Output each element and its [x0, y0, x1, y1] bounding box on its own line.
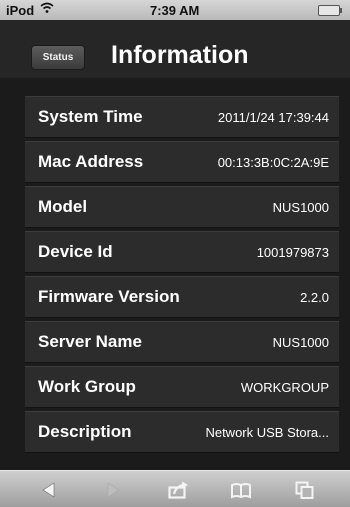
browser-toolbar — [0, 470, 350, 507]
row-value: NUS1000 — [272, 200, 329, 215]
list-item-server-name: Server Name NUS1000 — [25, 321, 339, 363]
list-item-system-time: System Time 2011/1/24 17:39:44 — [25, 96, 339, 138]
list-item-device-id: Device Id 1001979873 — [25, 231, 339, 273]
list-item-description: Description Network USB Stora... — [25, 411, 339, 453]
row-value: Network USB Stora... — [205, 425, 329, 440]
tabs-icon[interactable] — [293, 479, 317, 501]
list-item-firmware-version: Firmware Version 2.2.0 — [25, 276, 339, 318]
list-item-model: Model NUS1000 — [25, 186, 339, 228]
row-value: WORKGROUP — [240, 380, 329, 395]
battery-icon — [318, 5, 342, 16]
row-label: Device Id — [38, 242, 113, 261]
row-label: Server Name — [38, 332, 142, 351]
bookmarks-icon[interactable] — [229, 479, 253, 501]
row-value: 00:13:3B:0C:2A:9E — [217, 155, 329, 170]
information-list: System Time 2011/1/24 17:39:44 Mac Addre… — [0, 78, 350, 478]
list-item-mac-address: Mac Address 00:13:3B:0C:2A:9E — [25, 141, 339, 183]
row-label: System Time — [38, 107, 143, 126]
row-value: 1001979873 — [256, 245, 329, 260]
wifi-icon — [40, 2, 54, 17]
navigation-header: Status Information — [0, 20, 350, 78]
row-label: Mac Address — [38, 152, 144, 171]
back-button[interactable]: Status — [31, 45, 85, 70]
share-icon[interactable] — [166, 479, 190, 501]
carrier-label: iPod — [6, 3, 35, 18]
forward-arrow-icon[interactable] — [101, 479, 125, 501]
row-label: Firmware Version — [38, 287, 180, 306]
status-bar: iPod 7:39 AM — [0, 0, 350, 20]
row-label: Work Group — [38, 377, 136, 396]
back-arrow-icon[interactable] — [37, 479, 61, 501]
row-label: Model — [38, 197, 88, 216]
row-value: NUS1000 — [272, 335, 329, 350]
row-value: 2.2.0 — [300, 290, 329, 305]
row-label: Description — [38, 422, 132, 441]
list-item-work-group: Work Group WORKGROUP — [25, 366, 339, 408]
page-title: Information — [111, 41, 249, 69]
clock: 7:39 AM — [150, 3, 200, 18]
row-value: 2011/1/24 17:39:44 — [217, 110, 329, 125]
